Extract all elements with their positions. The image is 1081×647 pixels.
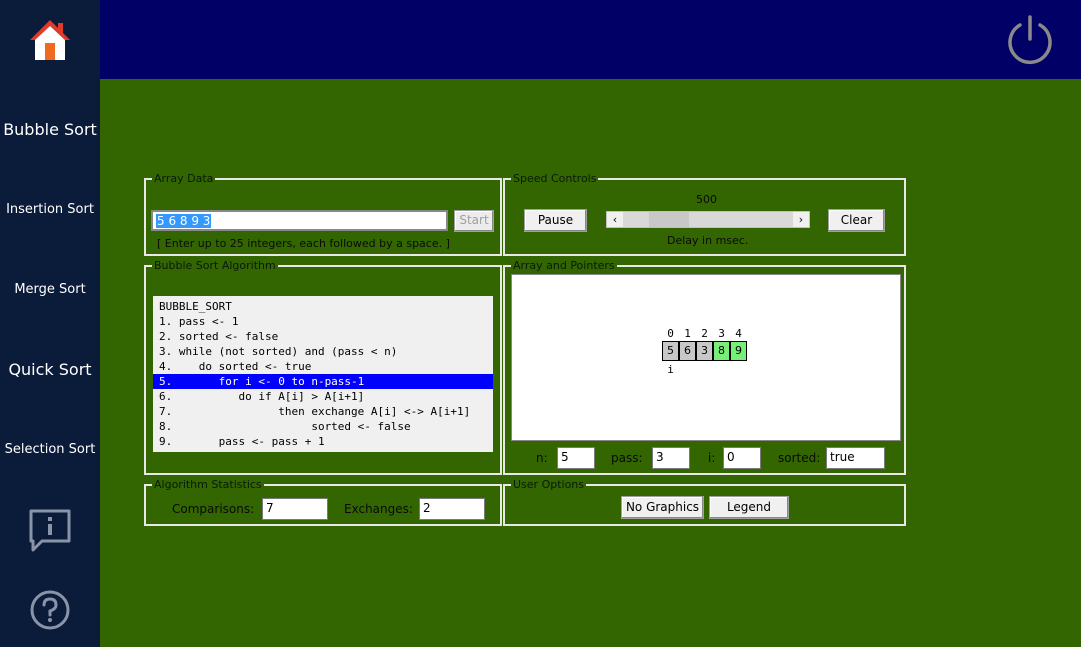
- array-cell: 9: [730, 341, 747, 361]
- sorted-label: sorted:: [778, 451, 821, 465]
- pass-label: pass:: [611, 451, 643, 465]
- code-line: 4. do sorted <- true: [159, 360, 312, 373]
- top-bar: [100, 0, 1081, 79]
- code-box: BUBBLE_SORT 1. pass <- 1 2. sorted <- fals…: [153, 296, 493, 452]
- sidebar-item-insertion-sort[interactable]: Insertion Sort: [0, 202, 100, 217]
- code-line: 2. sorted <- false: [159, 330, 279, 343]
- array-pointers-legend: Array and Pointers: [511, 259, 617, 273]
- index-label: 1: [684, 327, 691, 340]
- array-cell: 3: [696, 341, 713, 361]
- user-options-legend: User Options: [511, 478, 587, 492]
- array-data-legend: Array Data: [152, 172, 216, 186]
- pass-field[interactable]: 3: [652, 447, 690, 469]
- code-line: 8. sorted <- false: [159, 420, 411, 433]
- statistics-panel: Algorithm Statistics Comparisons: 7 Exch…: [144, 478, 502, 526]
- code-line: BUBBLE_SORT: [159, 300, 232, 313]
- array-data-panel: Array Data 5 6 8 9 3 Start [ Enter up to…: [144, 172, 502, 256]
- slider-left-arrow[interactable]: ‹: [607, 212, 623, 227]
- pause-button[interactable]: Pause: [524, 209, 587, 232]
- speed-value: 500: [696, 193, 717, 206]
- speed-controls-panel: Speed Controls 500 Pause ‹ › Clear Delay…: [503, 172, 906, 256]
- help-icon[interactable]: [29, 589, 71, 631]
- no-graphics-button[interactable]: No Graphics: [621, 496, 704, 519]
- statistics-legend: Algorithm Statistics: [152, 478, 264, 492]
- sidebar-item-selection-sort[interactable]: Selection Sort: [0, 442, 100, 457]
- clear-button[interactable]: Clear: [828, 209, 885, 232]
- array-input-value: 5 6 8 9 3: [156, 214, 212, 228]
- speed-controls-legend: Speed Controls: [511, 172, 599, 186]
- code-line: 3. while (not sorted) and (pass < n): [159, 345, 398, 358]
- sidebar-item-quick-sort[interactable]: Quick Sort: [0, 360, 100, 379]
- pointer-i-label: i: [667, 363, 674, 376]
- array-cell: 8: [713, 341, 730, 361]
- code-line: 1. pass <- 1: [159, 315, 239, 328]
- array-cell: 6: [679, 341, 696, 361]
- comparisons-field[interactable]: 7: [262, 498, 328, 520]
- index-label: 2: [701, 327, 708, 340]
- n-label: n:: [536, 451, 548, 465]
- user-options-panel: User Options No Graphics Legend: [503, 478, 906, 526]
- exchanges-field[interactable]: 2: [419, 498, 485, 520]
- info-icon[interactable]: [28, 508, 72, 552]
- home-icon[interactable]: [27, 18, 73, 62]
- exchanges-label: Exchanges:: [344, 502, 413, 516]
- i-label: i:: [708, 451, 716, 465]
- comparisons-label: Comparisons:: [172, 502, 255, 516]
- code-line: 6. do if A[i] > A[i+1]: [159, 390, 365, 403]
- slider-right-arrow[interactable]: ›: [793, 212, 809, 227]
- n-field[interactable]: 5: [557, 447, 595, 469]
- sorted-field[interactable]: true: [826, 447, 885, 469]
- array-input[interactable]: 5 6 8 9 3: [151, 210, 448, 231]
- index-label: 3: [718, 327, 725, 340]
- array-canvas: 0 1 2 3 4 5 6 3 8 9 i: [511, 274, 901, 441]
- array-cell: 5: [662, 341, 679, 361]
- sidebar-item-merge-sort[interactable]: Merge Sort: [0, 282, 100, 297]
- code-line: 9. pass <- pass + 1: [159, 435, 325, 448]
- speed-slider[interactable]: ‹ ›: [606, 211, 810, 228]
- slider-thumb[interactable]: [649, 212, 690, 227]
- start-button[interactable]: Start: [454, 210, 494, 232]
- power-icon[interactable]: [1004, 13, 1056, 65]
- index-label: 4: [735, 327, 742, 340]
- array-hint: [ Enter up to 25 integers, each followed…: [157, 237, 450, 250]
- i-field[interactable]: 0: [723, 447, 761, 469]
- algorithm-legend: Bubble Sort Algorithm: [152, 259, 278, 273]
- array-pointers-panel: Array and Pointers 0 1 2 3 4 5 6 3 8 9 i…: [503, 259, 906, 475]
- code-line: 5. for i <- 0 to n-pass-1: [153, 374, 493, 389]
- sidebar: Bubble Sort Insertion Sort Merge Sort Qu…: [0, 0, 100, 647]
- index-label: 0: [667, 327, 674, 340]
- sidebar-item-bubble-sort[interactable]: Bubble Sort: [0, 120, 100, 139]
- code-line: 7. then exchange A[i] <-> A[i+1]: [159, 405, 471, 418]
- legend-button[interactable]: Legend: [709, 496, 789, 519]
- delay-label: Delay in msec.: [667, 234, 749, 247]
- algorithm-panel: Bubble Sort Algorithm BUBBLE_SORT 1. pass…: [144, 259, 502, 475]
